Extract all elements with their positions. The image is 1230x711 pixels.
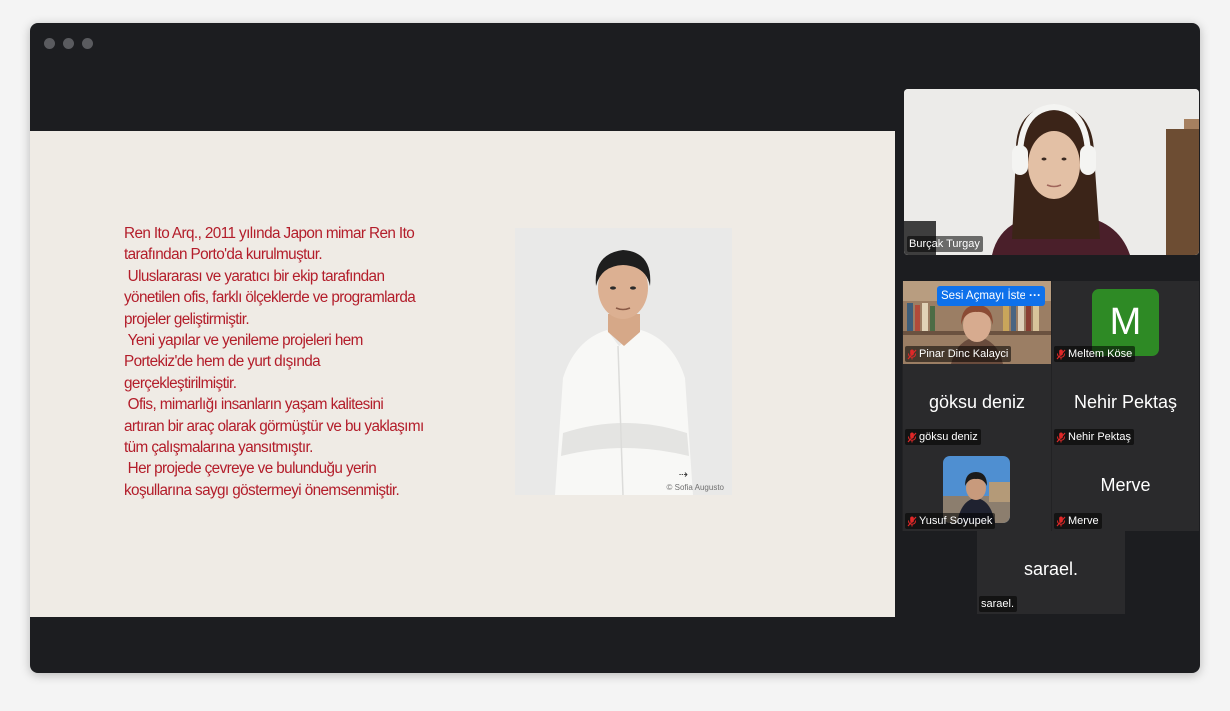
minimize-window-button[interactable] — [63, 38, 74, 49]
arrow-right-icon: ⇢ — [678, 469, 688, 481]
photo-credit: © Sofia Augusto — [666, 483, 725, 492]
speaker-video-image — [904, 89, 1199, 255]
participant-name: Pinar Dinc Kalayci — [919, 348, 1009, 360]
mic-muted-icon — [1056, 349, 1066, 359]
participant-name-tag: Merve — [1054, 513, 1102, 529]
mic-muted-icon — [907, 349, 917, 359]
architect-portrait-image — [515, 228, 732, 495]
participant-display-name: Nehir Pektaş — [1073, 392, 1178, 412]
participant-tile-pinar[interactable]: Sesi Açmayı İste ··· Pinar Dinc Kalayci — [903, 281, 1051, 364]
participant-tile-goksu[interactable]: göksu deniz göksu deniz — [903, 364, 1051, 447]
participant-name-tag: sarael. — [979, 596, 1018, 612]
slide-body-text: Ren Ito Arq., 2011 yılında Japon mimar R… — [124, 225, 424, 499]
participant-name: sarael. — [981, 598, 1015, 610]
participant-tile-yusuf[interactable]: Yusuf Soyupek — [903, 447, 1051, 531]
participant-display-name: göksu deniz — [928, 392, 1026, 412]
participant-name: Nehir Pektaş — [1068, 431, 1131, 443]
speaker-name-tag: Burçak Turgay — [907, 236, 983, 252]
speaker-video-tile[interactable]: Burçak Turgay — [904, 89, 1199, 255]
participant-tile-nehir[interactable]: Nehir Pektaş Nehir Pektaş — [1052, 364, 1199, 447]
participant-name-tag: Nehir Pektaş — [1054, 429, 1134, 445]
participant-display-name: Merve — [1100, 475, 1151, 495]
participant-name-tag: Pinar Dinc Kalayci — [905, 346, 1012, 362]
participant-name: göksu deniz — [919, 431, 978, 443]
ask-to-unmute-button[interactable]: Sesi Açmayı İste — [937, 286, 1031, 306]
speaker-name: Burçak Turgay — [909, 238, 980, 250]
mic-muted-icon — [1056, 432, 1066, 442]
maximize-window-button[interactable] — [82, 38, 93, 49]
participant-name-tag: Yusuf Soyupek — [905, 513, 996, 529]
participant-name: Yusuf Soyupek — [919, 515, 993, 527]
close-window-button[interactable] — [44, 38, 55, 49]
participant-tile-meltem[interactable]: M Meltem Köse — [1052, 281, 1199, 364]
participant-tile-sarael[interactable]: sarael. sarael. — [977, 531, 1125, 614]
participant-name: Merve — [1068, 515, 1099, 527]
window-controls — [44, 38, 93, 49]
participant-name-tag: Meltem Köse — [1054, 346, 1136, 362]
participant-display-name: sarael. — [1023, 559, 1079, 579]
participant-name-tag: göksu deniz — [905, 429, 981, 445]
mic-muted-icon — [907, 516, 917, 526]
meeting-window: Ren Ito Arq., 2011 yılında Japon mimar R… — [30, 23, 1200, 673]
mic-muted-icon — [907, 432, 917, 442]
participant-name: Meltem Köse — [1068, 348, 1133, 360]
participant-tile-merve[interactable]: Merve Merve — [1052, 447, 1199, 531]
more-options-button[interactable]: ··· — [1025, 286, 1045, 306]
shared-screen-slide: Ren Ito Arq., 2011 yılında Japon mimar R… — [30, 131, 895, 617]
architect-photo: ⇢ © Sofia Augusto — [515, 228, 732, 495]
mic-muted-icon — [1056, 516, 1066, 526]
